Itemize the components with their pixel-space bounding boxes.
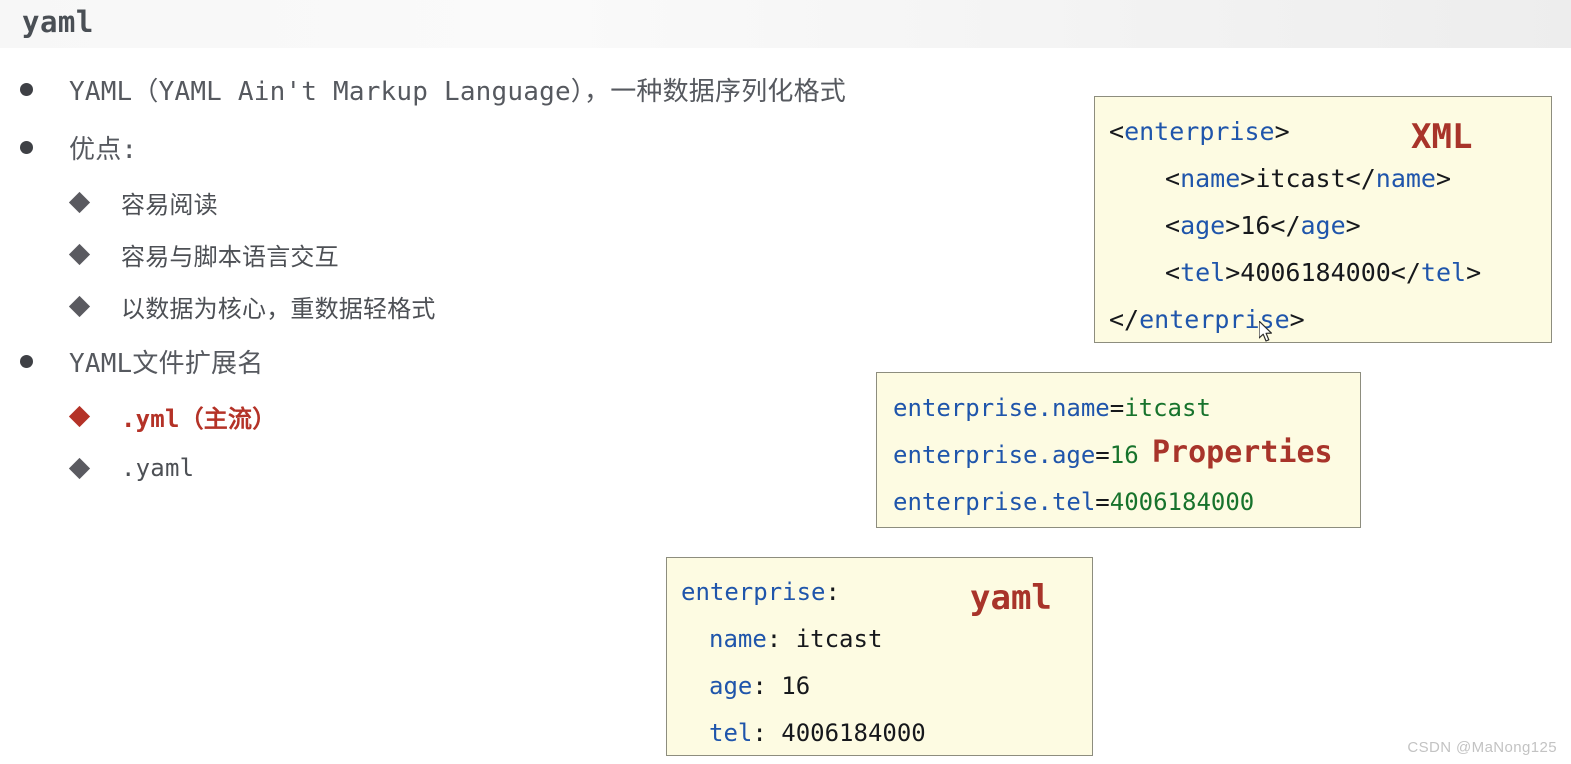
property-value: itcast xyxy=(1124,394,1211,422)
slide-header-bar xyxy=(0,0,1571,48)
angle-bracket: < xyxy=(1109,117,1124,146)
properties-card-label: Properties xyxy=(1152,435,1333,470)
property-value: 4006184000 xyxy=(1110,488,1255,516)
list-item-label: .yml（主流） xyxy=(121,399,276,434)
yaml-value: itcast xyxy=(781,625,882,653)
yaml-value: 16 xyxy=(767,672,810,700)
list-item-label: YAML文件扩展名 xyxy=(69,343,263,380)
xml-tag-name: enterprise xyxy=(1124,117,1275,146)
yaml-value: 4006184000 xyxy=(767,719,926,747)
bullet-disc-icon xyxy=(20,141,33,154)
xml-code-line: <name>itcast</name> xyxy=(1165,166,1451,191)
list-item-label: YAML（YAML Ain't Markup Language），一种数据序列化… xyxy=(69,71,846,108)
xml-code-line: <age>16</age> xyxy=(1165,213,1361,238)
properties-code-line: enterprise.name=itcast xyxy=(893,396,1211,420)
properties-code-line: enterprise.tel=4006184000 xyxy=(893,490,1254,514)
yaml-key: name xyxy=(709,625,767,653)
list-item: .yaml xyxy=(0,442,1000,494)
xml-code-line: <enterprise> xyxy=(1109,119,1290,144)
xml-code-line: <tel>4006184000</tel> xyxy=(1165,260,1481,285)
equals-sign: = xyxy=(1110,394,1124,422)
bullet-disc-icon xyxy=(20,355,33,368)
yaml-code-line: age: 16 xyxy=(709,674,810,698)
yaml-card-label: yaml xyxy=(970,578,1052,618)
property-key: enterprise.age xyxy=(893,441,1095,469)
bullet-outline: YAML（YAML Ain't Markup Language），一种数据序列化… xyxy=(0,60,1000,494)
yaml-colon: : xyxy=(826,578,840,606)
yaml-colon: : xyxy=(767,625,781,653)
angle-bracket: > xyxy=(1290,305,1305,334)
xml-value: 16 xyxy=(1240,211,1270,240)
property-key: enterprise.name xyxy=(893,394,1110,422)
angle-bracket: > xyxy=(1275,117,1290,146)
mouse-cursor-icon xyxy=(1259,321,1275,345)
properties-code-line: enterprise.age=16 xyxy=(893,443,1139,467)
page-title: yaml xyxy=(22,5,94,39)
yaml-colon: : xyxy=(752,719,766,747)
property-value: 16 xyxy=(1110,441,1139,469)
list-item: YAML文件扩展名 xyxy=(0,332,1000,390)
list-item: 优点: xyxy=(0,118,1000,176)
equals-sign: = xyxy=(1095,441,1109,469)
list-item-label: 容易阅读 xyxy=(121,185,218,220)
xml-code-line: </enterprise> xyxy=(1109,307,1305,332)
bullet-diamond-icon xyxy=(69,457,90,478)
list-item: 以数据为核心，重数据轻格式 xyxy=(0,280,1000,332)
yaml-key: enterprise xyxy=(681,578,826,606)
bullet-diamond-icon xyxy=(69,295,90,316)
list-item-label: 以数据为核心，重数据轻格式 xyxy=(121,289,436,324)
list-item-label: 优点: xyxy=(69,129,137,166)
properties-example-card: enterprise.name=itcast enterprise.age=16… xyxy=(876,372,1361,528)
yaml-code-line: name: itcast xyxy=(709,627,882,651)
list-item: 容易阅读 xyxy=(0,176,1000,228)
list-item-highlighted: .yml（主流） xyxy=(0,390,1000,442)
yaml-code-line: enterprise: xyxy=(681,580,840,604)
bullet-diamond-icon xyxy=(69,243,90,264)
bullet-disc-icon xyxy=(20,83,33,96)
property-key: enterprise.tel xyxy=(893,488,1095,516)
yaml-colon: : xyxy=(752,672,766,700)
bullet-diamond-icon xyxy=(69,405,90,426)
xml-value: 4006184000 xyxy=(1240,258,1391,287)
equals-sign: = xyxy=(1095,488,1109,516)
list-item: 容易与脚本语言交互 xyxy=(0,228,1000,280)
bullet-diamond-icon xyxy=(69,191,90,212)
yaml-key: tel xyxy=(709,719,752,747)
xml-value: itcast xyxy=(1255,164,1345,193)
xml-card-label: XML xyxy=(1411,117,1472,157)
list-item-label: .yaml xyxy=(121,454,194,482)
list-item: YAML（YAML Ain't Markup Language），一种数据序列化… xyxy=(0,60,1000,118)
watermark-text: CSDN @MaNong125 xyxy=(1407,739,1557,756)
yaml-example-card: enterprise: name: itcast age: 16 tel: 40… xyxy=(666,557,1093,756)
angle-bracket: </ xyxy=(1109,305,1139,334)
xml-example-card: <enterprise> <name>itcast</name> <age>16… xyxy=(1094,96,1552,343)
list-item-label: 容易与脚本语言交互 xyxy=(121,237,339,272)
yaml-key: age xyxy=(709,672,752,700)
yaml-code-line: tel: 4006184000 xyxy=(709,721,926,745)
